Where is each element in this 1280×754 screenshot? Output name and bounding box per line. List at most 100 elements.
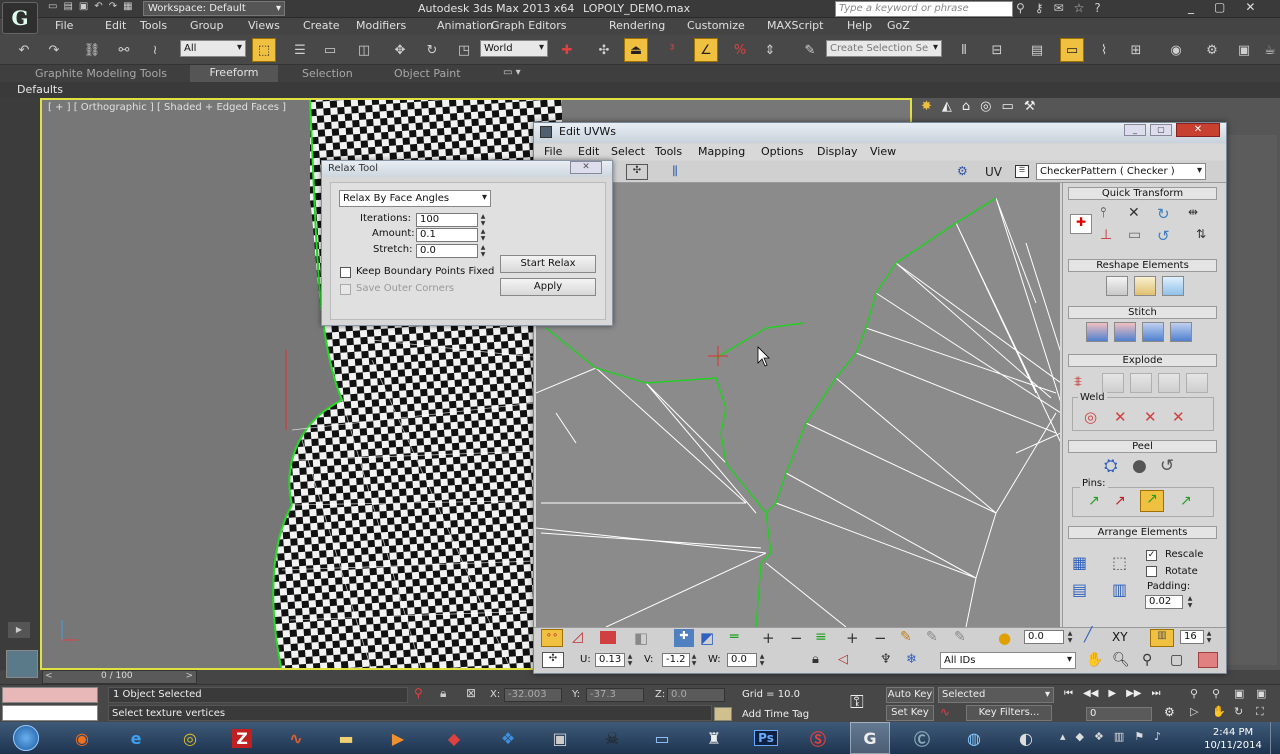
ribbon-tab-freeform[interactable]: Freeform [190, 65, 278, 82]
material-editor-icon[interactable]: ◉ [1164, 38, 1188, 62]
rotate-checkbox[interactable] [1146, 566, 1157, 577]
close-icon[interactable]: ✕ [1245, 0, 1255, 16]
angle-snap-icon[interactable]: ∠ [694, 38, 718, 62]
binoculars-icon[interactable]: ⚲ [1016, 1, 1025, 17]
key-icon[interactable]: ⚿ [850, 692, 864, 713]
app-figure-icon[interactable]: ♜ [694, 722, 734, 754]
key-icon[interactable]: ⚷ [1035, 1, 1044, 17]
paint-grow-icon[interactable]: ✎ [926, 629, 938, 645]
select-object-icon[interactable]: ⬚ [252, 38, 276, 62]
ring-icon[interactable]: ≡ [815, 629, 827, 645]
limit-icon[interactable]: ▥ [1150, 629, 1174, 647]
start-relax-button[interactable]: Start Relax [500, 255, 596, 273]
element-mode-icon[interactable]: ◧ [634, 629, 648, 647]
zoom-all-icon[interactable]: ⚲ [1212, 687, 1234, 705]
ribbon-tab-graphite[interactable]: Graphite Modeling Tools [35, 67, 167, 80]
clock[interactable]: 2:44 PM 10/11/2014 [1200, 726, 1266, 752]
x-input[interactable]: -32.003 [504, 688, 562, 702]
menu-customize[interactable]: Customize [687, 19, 745, 32]
layer-manager-icon[interactable]: ▤ [1025, 38, 1049, 62]
key-filters-button[interactable]: Key Filters... [966, 705, 1052, 721]
add-time-tag[interactable]: Add Time Tag [742, 709, 809, 720]
shrink-icon[interactable]: − [790, 629, 803, 647]
grid-display-icon[interactable] [1198, 652, 1218, 668]
uvw-menu-tools[interactable]: Tools [655, 145, 682, 158]
save-file-icon[interactable]: ▣ [79, 1, 88, 17]
explode-material-icon[interactable] [1158, 373, 1180, 393]
next-frame-icon[interactable]: ▶▶ [1126, 688, 1141, 702]
render-production-icon[interactable]: ☕ [1258, 38, 1280, 62]
maximize-viewport-icon[interactable]: ⛶ [1256, 705, 1278, 724]
schematic-view-icon[interactable]: ⊞ [1124, 38, 1148, 62]
menu-animation[interactable]: Animation [437, 19, 493, 32]
select-by-name-icon[interactable]: ☰ [288, 38, 312, 62]
new-file-icon[interactable]: ▭ [48, 1, 57, 17]
start-button-icon[interactable] [4, 722, 48, 754]
freeze-icon[interactable]: ♆ [880, 652, 892, 667]
soft-selection-icon[interactable]: ● [998, 629, 1018, 647]
angle-spinner[interactable]: ▲ ▼ [1066, 630, 1074, 644]
explode-header[interactable]: Explode [1068, 354, 1217, 367]
show-desktop-button[interactable] [1270, 722, 1280, 754]
isolate-icon[interactable]: ⚲ [414, 686, 423, 700]
menu-edit[interactable]: Edit [105, 19, 126, 32]
pan-icon[interactable]: ✋ [1086, 652, 1103, 668]
paint-shrink-icon[interactable]: ✎ [954, 629, 966, 645]
workspace-dropdown[interactable]: Workspace: Default ▾ [143, 1, 285, 16]
key-mode-dropdown[interactable]: Selected ▾ [938, 687, 1054, 703]
uvw-menu-options[interactable]: Options [761, 145, 803, 158]
grow-icon[interactable]: + [762, 629, 775, 647]
uvw-menu-mapping[interactable]: Mapping [698, 145, 745, 158]
weld-target-icon[interactable]: ◎ [1084, 408, 1097, 426]
v-spinner[interactable]: ▲ ▼ [690, 653, 698, 667]
z-input[interactable]: 0.0 [667, 688, 725, 702]
app-logo-icon[interactable]: G [2, 2, 38, 34]
uv-editor-canvas[interactable] [536, 183, 1060, 627]
redo-icon[interactable]: ↷ [109, 1, 117, 17]
menu-rendering[interactable]: Rendering [609, 19, 665, 32]
app-c-icon[interactable]: Ⓒ [902, 722, 942, 754]
motion-tab-icon[interactable]: ◎ [980, 99, 991, 119]
relax-method-dropdown[interactable]: Relax By Face Angles [339, 190, 491, 207]
3dsmax-taskbar-icon[interactable]: G [850, 722, 890, 754]
uvw-maximize-icon[interactable]: ▢ [1150, 124, 1172, 136]
go-to-end-icon[interactable]: ⏭ [1151, 688, 1160, 702]
space-vertical-icon[interactable]: ⇅ [1196, 227, 1206, 241]
grid-spinner[interactable]: ▲ ▼ [1205, 630, 1213, 644]
app-box-icon[interactable]: ▣ [540, 722, 580, 754]
open-file-icon[interactable]: ▤ [63, 1, 72, 17]
lock-selection-icon[interactable]: 🔒︎ [812, 652, 819, 667]
menu-goz[interactable]: GoZ [887, 19, 910, 32]
uv-label[interactable]: UV [985, 165, 1002, 179]
u-input[interactable]: 0.13 [595, 653, 625, 667]
zoom-icon[interactable]: 🔍︎ [1112, 652, 1130, 668]
space-horizontal-icon[interactable]: ⇹ [1188, 205, 1198, 219]
time-slider-next[interactable]: > [185, 671, 193, 681]
create-tab-icon[interactable]: ✸ [921, 99, 932, 119]
break-icon[interactable]: ⩨ [1074, 374, 1082, 390]
zoom-extents-all-icon[interactable]: ▣ [1256, 687, 1278, 705]
set-pivot-icon[interactable]: ✚ [1070, 214, 1092, 234]
maxscript-listener[interactable] [2, 687, 98, 703]
select-manipulate-icon[interactable]: ✣ [592, 38, 616, 62]
weld-all-icon[interactable]: ✕ [1144, 408, 1157, 426]
uvw-menu-select[interactable]: Select [611, 145, 645, 158]
exchange-icon[interactable]: ✉ [1054, 1, 1064, 17]
media-player-icon[interactable]: ▶ [378, 722, 418, 754]
percent-snap-icon[interactable]: % [728, 38, 752, 62]
named-selection-dropdown[interactable]: Create Selection Se [826, 40, 942, 57]
vertex-mode-icon[interactable]: ∘∘ [541, 629, 563, 647]
stitch-custom-icon[interactable] [1086, 322, 1108, 342]
uvw-menu-file[interactable]: File [544, 145, 562, 158]
apply-button[interactable]: Apply [500, 278, 596, 296]
absolute-mode-icon[interactable]: ⊠ [466, 686, 476, 700]
maximize-icon[interactable]: ▢ [1214, 0, 1225, 16]
pivot-center-icon[interactable]: ✚ [555, 38, 579, 62]
reshape-elements-header[interactable]: Reshape Elements [1068, 259, 1217, 272]
ring-grow-icon[interactable]: + [846, 629, 859, 647]
zoom-region-icon[interactable]: ⚲ [1142, 652, 1152, 668]
peel-header[interactable]: Peel [1068, 440, 1217, 453]
app-eye-icon[interactable]: ◐ [1006, 722, 1046, 754]
menu-graph-editors[interactable]: Graph Editors [491, 19, 567, 32]
keep-boundary-checkbox[interactable] [340, 267, 351, 278]
